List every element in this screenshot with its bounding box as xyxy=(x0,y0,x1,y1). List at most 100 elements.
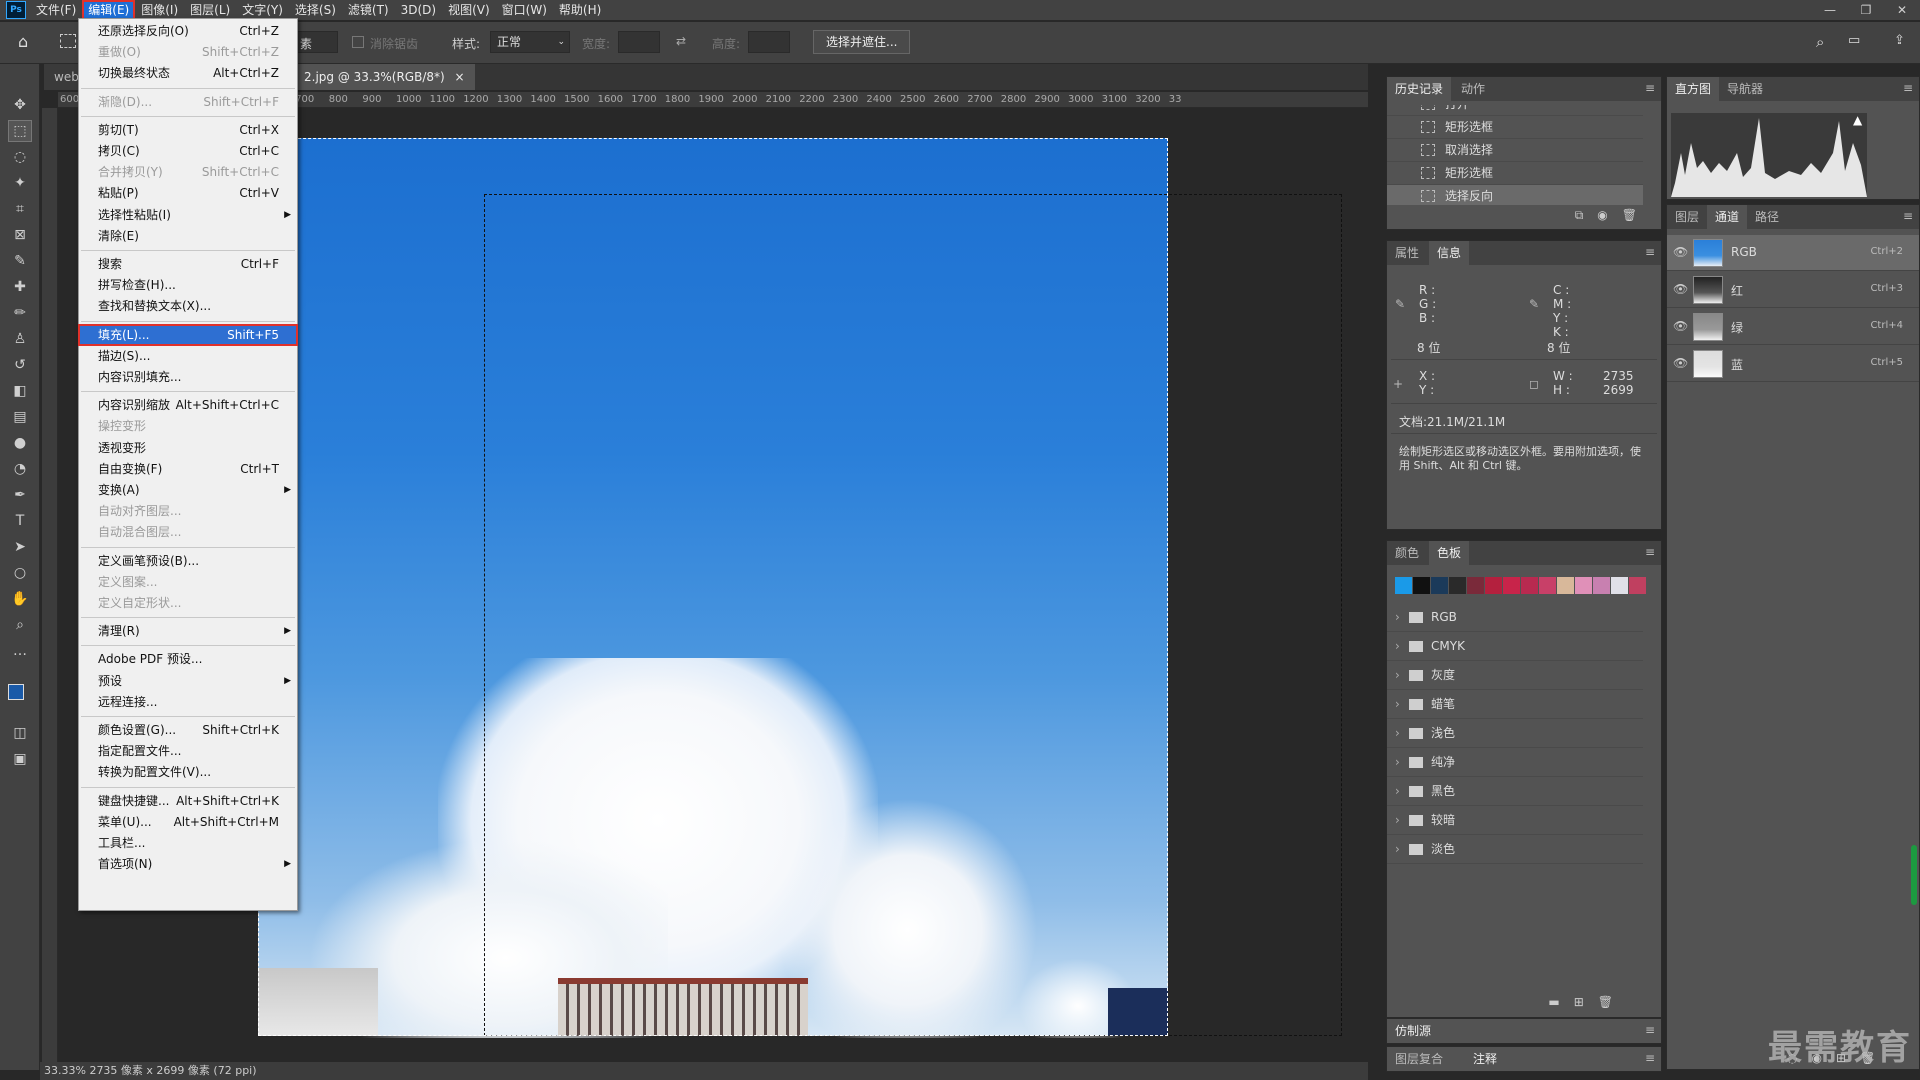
more-tools-icon[interactable]: … xyxy=(8,640,32,662)
brush-tool-icon[interactable]: ✏ xyxy=(8,302,32,324)
move-tool-icon[interactable]: ✥ xyxy=(8,94,32,116)
edit-menu-item-24[interactable]: 自由变换(F) Ctrl+T xyxy=(79,459,297,479)
width-input[interactable] xyxy=(618,31,660,53)
menu-3[interactable]: 图层(L) xyxy=(184,0,236,20)
edit-menu-item-6[interactable]: 剪切(T) Ctrl+X xyxy=(79,120,297,140)
tab-layers[interactable]: 图层 xyxy=(1667,205,1707,229)
select-and-mask-button[interactable]: 选择并遮住... xyxy=(813,30,911,54)
swap-icon[interactable]: ⇄ xyxy=(676,34,686,48)
swatch-group[interactable]: › 纯净 xyxy=(1387,748,1643,777)
edit-menu-item-26[interactable]: 自动对齐图层... xyxy=(79,501,297,521)
color-swatch[interactable] xyxy=(1485,577,1502,594)
edit-menu-item-36[interactable]: 预设 ▶ xyxy=(79,671,297,691)
tab-navigator[interactable]: 导航器 xyxy=(1719,77,1771,101)
history-item[interactable]: 矩形选框 xyxy=(1387,116,1643,139)
edit-menu-item-44[interactable]: 菜单(U)... Alt+Shift+Ctrl+M xyxy=(79,812,297,832)
panel-menu-icon[interactable]: ≡ xyxy=(1645,1023,1655,1037)
edit-menu-item-30[interactable]: 定义图案... xyxy=(79,572,297,592)
color-swatch[interactable] xyxy=(1521,577,1538,594)
history-item[interactable]: 打开 xyxy=(1387,105,1643,116)
hand-tool-icon[interactable]: ✋ xyxy=(8,588,32,610)
eraser-tool-icon[interactable]: ◧ xyxy=(8,380,32,402)
screen-mode-icon[interactable]: ▣ xyxy=(8,748,32,770)
edit-menu-item-9[interactable]: 粘贴(P) Ctrl+V xyxy=(79,183,297,203)
edit-menu-item-10[interactable]: 选择性粘贴(I) ▶ xyxy=(79,205,297,225)
color-swatch[interactable] xyxy=(1395,577,1412,594)
edit-menu-item-25[interactable]: 变换(A) ▶ xyxy=(79,480,297,500)
dodge-tool-icon[interactable]: ◔ xyxy=(8,458,32,480)
tab-close-icon[interactable]: × xyxy=(455,70,465,84)
color-swatch[interactable] xyxy=(1467,577,1484,594)
history-item[interactable]: 取消选择 xyxy=(1387,139,1643,162)
crop-tool-icon[interactable]: ⌗ xyxy=(8,198,32,220)
edit-menu-item-33[interactable]: 清理(R) ▶ xyxy=(79,621,297,641)
eye-icon[interactable]: 👁 xyxy=(1673,319,1688,333)
history-brush-tool-icon[interactable]: ↺ xyxy=(8,354,32,376)
panel-menu-icon[interactable]: ≡ xyxy=(1645,81,1655,95)
tab-notes[interactable]: 注释 xyxy=(1465,1047,1506,1071)
color-swatch[interactable] xyxy=(1557,577,1574,594)
panel-menu-icon[interactable]: ≡ xyxy=(1645,545,1655,559)
delete-icon[interactable]: 🗑 xyxy=(1622,208,1651,222)
channel-row-1[interactable]: 👁 红 Ctrl+3 xyxy=(1667,272,1919,308)
panel-menu-icon[interactable]: ≡ xyxy=(1903,81,1913,95)
color-swatch[interactable] xyxy=(1575,577,1592,594)
new-swatch-icon[interactable]: ⊞ xyxy=(1574,995,1598,1009)
swatch-group[interactable]: › 灰度 xyxy=(1387,661,1643,690)
tab-paths[interactable]: 路径 xyxy=(1747,205,1787,229)
menu-5[interactable]: 选择(S) xyxy=(289,0,342,20)
menu-7[interactable]: 3D(D) xyxy=(395,0,442,20)
menu-0[interactable]: 文件(F) xyxy=(30,0,82,20)
color-swatch[interactable] xyxy=(1539,577,1556,594)
photo-sky[interactable] xyxy=(258,138,1342,1038)
edit-menu-item-21[interactable]: 内容识别缩放 Alt+Shift+Ctrl+C xyxy=(79,395,297,415)
swatch-group[interactable]: › 较暗 xyxy=(1387,806,1643,835)
edit-menu-item-46[interactable]: 首选项(N) ▶ xyxy=(79,854,297,874)
channel-row-3[interactable]: 👁 蓝 Ctrl+5 xyxy=(1667,346,1919,382)
tab-actions[interactable]: 动作 xyxy=(1453,77,1493,101)
path-select-tool-icon[interactable]: ➤ xyxy=(8,536,32,558)
shape-tool-icon[interactable]: ○ xyxy=(8,562,32,584)
channel-row-0[interactable]: 👁 RGB Ctrl+2 xyxy=(1667,235,1919,271)
edit-menu-item-23[interactable]: 透视变形 xyxy=(79,438,297,458)
edit-menu-item-22[interactable]: 操控变形 xyxy=(79,416,297,436)
menu-2[interactable]: 图像(I) xyxy=(135,0,184,20)
swatch-group[interactable]: › 淡色 xyxy=(1387,835,1643,864)
color-swatch[interactable] xyxy=(1611,577,1628,594)
edit-menu-item-1[interactable]: 重做(O) Shift+Ctrl+Z xyxy=(79,42,297,62)
tab-history[interactable]: 历史记录 xyxy=(1387,77,1452,101)
color-swatch[interactable] xyxy=(1449,577,1466,594)
home-icon[interactable]: ⌂ xyxy=(18,32,38,52)
color-swatch[interactable] xyxy=(1413,577,1430,594)
eye-icon[interactable]: 👁 xyxy=(1673,282,1688,296)
snapshot-icon[interactable]: ◉ xyxy=(1597,208,1621,222)
edit-menu-item-8[interactable]: 合并拷贝(Y) Shift+Ctrl+C xyxy=(79,162,297,182)
menu-10[interactable]: 帮助(H) xyxy=(553,0,607,20)
antialias-checkbox[interactable] xyxy=(352,36,364,48)
edit-menu-item-18[interactable]: 描边(S)... xyxy=(79,346,297,366)
edit-menu-item-0[interactable]: 还原选择反向(O) Ctrl+Z xyxy=(79,21,297,41)
edit-menu-item-29[interactable]: 定义画笔预设(B)... xyxy=(79,551,297,571)
edit-menu-item-37[interactable]: 远程连接... xyxy=(79,692,297,712)
edit-menu-item-19[interactable]: 内容识别填充... xyxy=(79,367,297,387)
color-swatch[interactable] xyxy=(1431,577,1448,594)
blur-tool-icon[interactable]: ● xyxy=(8,432,32,454)
swatch-group[interactable]: › 黑色 xyxy=(1387,777,1643,806)
swatch-group[interactable]: › 浅色 xyxy=(1387,719,1643,748)
healing-tool-icon[interactable]: ✚ xyxy=(8,276,32,298)
edit-menu-item-15[interactable]: 查找和替换文本(X)... xyxy=(79,296,297,316)
marquee-tool-icon[interactable] xyxy=(60,34,76,48)
magic-wand-tool-icon[interactable]: ✦ xyxy=(8,172,32,194)
search-icon[interactable]: ⌕ xyxy=(1816,33,1824,51)
type-tool-icon[interactable]: T xyxy=(8,510,32,532)
lasso-tool-icon[interactable]: ◌ xyxy=(8,146,32,168)
history-item[interactable]: 选择反向 xyxy=(1387,185,1643,205)
gradient-tool-icon[interactable]: ▤ xyxy=(8,406,32,428)
menu-4[interactable]: 文字(Y) xyxy=(236,0,289,20)
edit-menu-item-43[interactable]: 键盘快捷键... Alt+Shift+Ctrl+K xyxy=(79,791,297,811)
edit-menu-item-27[interactable]: 自动混合图层... xyxy=(79,522,297,542)
pen-tool-icon[interactable]: ✒ xyxy=(8,484,32,506)
edit-menu-item-11[interactable]: 清除(E) xyxy=(79,226,297,246)
restore-button[interactable]: ❐ xyxy=(1848,0,1884,20)
tab-active-document[interactable]: 2.jpg @ 33.3%(RGB/8*) × xyxy=(294,64,475,90)
